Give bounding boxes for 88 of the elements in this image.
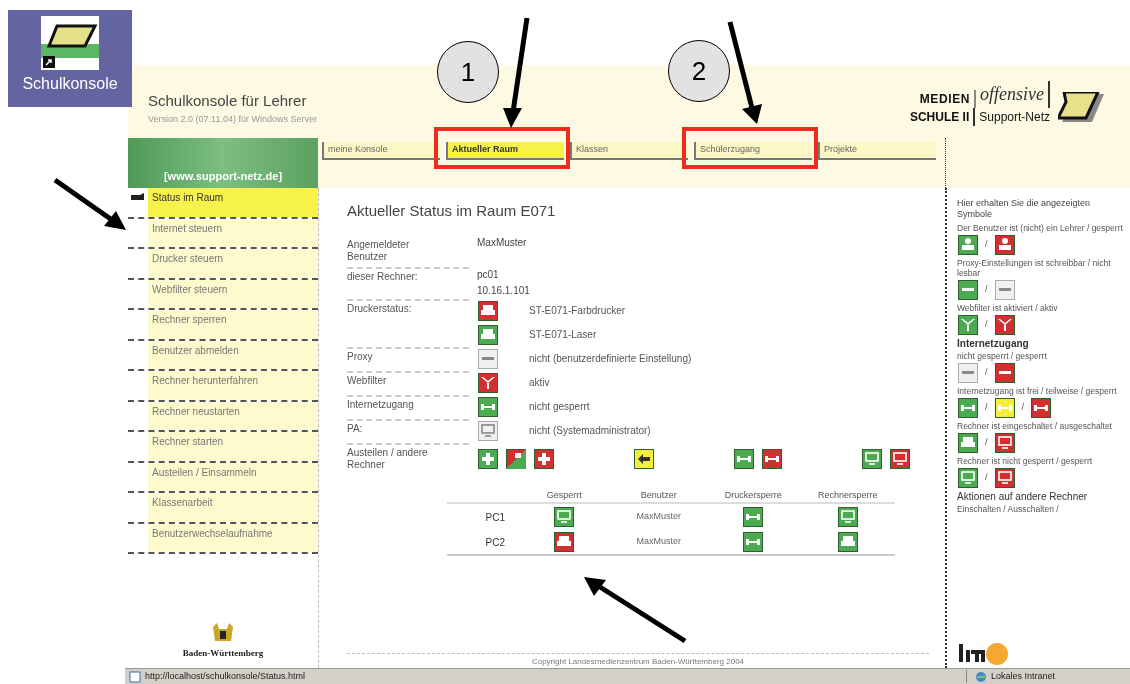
state-logo-text: Baden-Württemberg <box>182 646 264 660</box>
legend-text: Proxy-Einstellungen ist schreibbar / nicht lesbar <box>957 258 1112 278</box>
legend-text: Der Benutzer ist (nicht) ein Lehrer / gesperrt <box>957 223 1124 233</box>
sidebar-item[interactable]: Benutzerwechselaufnahme <box>148 523 318 552</box>
field-value: nicht (benutzerdefinierte Einstellung) <box>529 352 692 366</box>
column-header: Gesperrt <box>545 488 583 502</box>
legend-text: nicht gesperrt / gesperrt <box>957 351 1048 361</box>
column-header: Rechnersperre <box>817 488 879 502</box>
logo-text: MEDIEN <box>919 90 976 108</box>
nav-tab[interactable]: Schülerzugang <box>694 142 812 160</box>
separator-text: / <box>1021 401 1025 415</box>
desktop-shortcut[interactable]: Schulkonsole <box>8 10 132 107</box>
action-button[interactable] <box>505 448 527 469</box>
field-label: Austeilen / andere Rechner <box>347 446 429 471</box>
table-cell: MaxMuster <box>636 535 681 549</box>
separator-text: / <box>985 401 988 415</box>
separator-text: / <box>985 471 988 485</box>
shortcut-label: Schulkonsole <box>22 74 118 94</box>
action-button[interactable] <box>889 448 911 469</box>
legend-heading: Internetzugang <box>957 338 1030 349</box>
column-header: Druckersperre <box>723 488 783 502</box>
zone-text: Lokales Intranet <box>991 669 1056 683</box>
page-heading: Aktueller Status im Raum E071 <box>347 201 557 221</box>
nav-tab[interactable]: meine Konsole <box>322 142 440 160</box>
version-text: Version 2.0 (07.11.04) für Windows Server <box>148 112 317 126</box>
table-cell: MaxMuster <box>636 510 681 524</box>
legend-text: Rechner ist nicht gesperrt / gesperrt <box>957 456 1094 466</box>
sidebar-item[interactable]: Drucker steuern <box>148 249 318 278</box>
field-value: nicht (Systemadministrator) <box>529 424 651 438</box>
globe-icon <box>975 670 987 683</box>
sidebar-item[interactable]: Klassenarbeit <box>148 493 318 522</box>
field-label: dieser Rechner: <box>347 270 419 283</box>
nav-tab[interactable]: Klassen <box>570 142 688 160</box>
nav-tab[interactable]: Aktueller Raum <box>446 142 564 160</box>
sidebar-item[interactable]: Status im Raum <box>148 188 318 217</box>
status-url: http://localhost/schulkonsole/Status.html <box>145 669 306 683</box>
legend-heading: Aktionen auf andere Rechner <box>957 491 1089 502</box>
sidebar-item[interactable]: Rechner starten <box>148 432 318 461</box>
sidebar-item[interactable]: Benutzer abmelden <box>148 340 318 369</box>
sidebar-item[interactable]: Rechner neustarten <box>148 401 318 430</box>
field-value: aktiv <box>529 376 550 390</box>
column-header: Benutzer <box>639 488 678 502</box>
separator-text: / <box>985 436 988 450</box>
separator-text: / <box>985 238 988 252</box>
pointing-hand-icon <box>131 192 145 201</box>
row-label: PC2 <box>484 535 506 550</box>
lm-logo-icon <box>957 642 1011 666</box>
row-label: PC1 <box>484 510 506 525</box>
nav-tab[interactable]: Projekte <box>818 142 936 160</box>
sidebar-item[interactable]: Rechner herunterfahren <box>148 371 318 400</box>
copyright-text: Copyright Landesmedienzentrum Baden-Württemberg 2004 <box>531 656 745 668</box>
field-value: 10.16.1.101 <box>477 284 531 297</box>
field-label: Druckerstatus: <box>347 302 413 315</box>
logo-text: SCHULE II <box>909 108 976 126</box>
logo-text: Support-Netz <box>978 109 1050 126</box>
action-button[interactable] <box>733 448 755 469</box>
field-label: PA: <box>347 422 364 435</box>
field-value: pc01 <box>477 268 500 281</box>
field-value: ST-E071-Farbdrucker <box>529 304 626 318</box>
logo-text: offensive <box>976 81 1050 108</box>
sidebar-item[interactable]: Webfilter steuern <box>148 279 318 308</box>
legend-text: Rechner ist eingeschaltet / ausgeschaltet <box>957 421 1113 431</box>
field-value: nicht gesperrt <box>529 400 590 414</box>
action-button[interactable] <box>761 448 783 469</box>
separator-text: / <box>985 366 988 380</box>
legend-title: Hier erhalten Sie die angezeigten Symbole <box>957 197 1092 220</box>
action-button[interactable] <box>861 448 883 469</box>
field-value: ST-E071-Laser <box>529 328 597 342</box>
sidebar-item[interactable]: Rechner sperren <box>148 310 318 339</box>
legend-text: Internetzugang ist frei / teilweise / gesperrt <box>957 386 1118 396</box>
app-title: Schulkonsole für Lehrer <box>148 91 308 111</box>
separator-text: / <box>985 318 988 332</box>
legend-text: Webfilter ist aktiviert / aktiv <box>957 303 1059 313</box>
website-link[interactable]: [www.support-netz.de] <box>163 167 283 184</box>
action-button[interactable] <box>477 448 499 469</box>
field-label: Proxy <box>347 350 374 363</box>
legend-text: Einschalten / Ausschalten / <box>957 504 1060 514</box>
page-icon <box>129 670 141 683</box>
field-value: MaxMuster <box>477 236 528 249</box>
separator-text: / <box>985 283 988 297</box>
field-label: Angemeldeter Benutzer <box>347 238 411 263</box>
action-button[interactable] <box>633 448 655 469</box>
field-label: Webfilter <box>347 374 388 387</box>
shortcut-icon <box>41 16 99 70</box>
action-button[interactable] <box>533 448 555 469</box>
sidebar-item[interactable]: Austeilen / Einsammeln <box>148 462 318 491</box>
sidebar-item[interactable]: Internet steuern <box>148 218 318 247</box>
field-label: Internetzugang <box>347 398 415 411</box>
